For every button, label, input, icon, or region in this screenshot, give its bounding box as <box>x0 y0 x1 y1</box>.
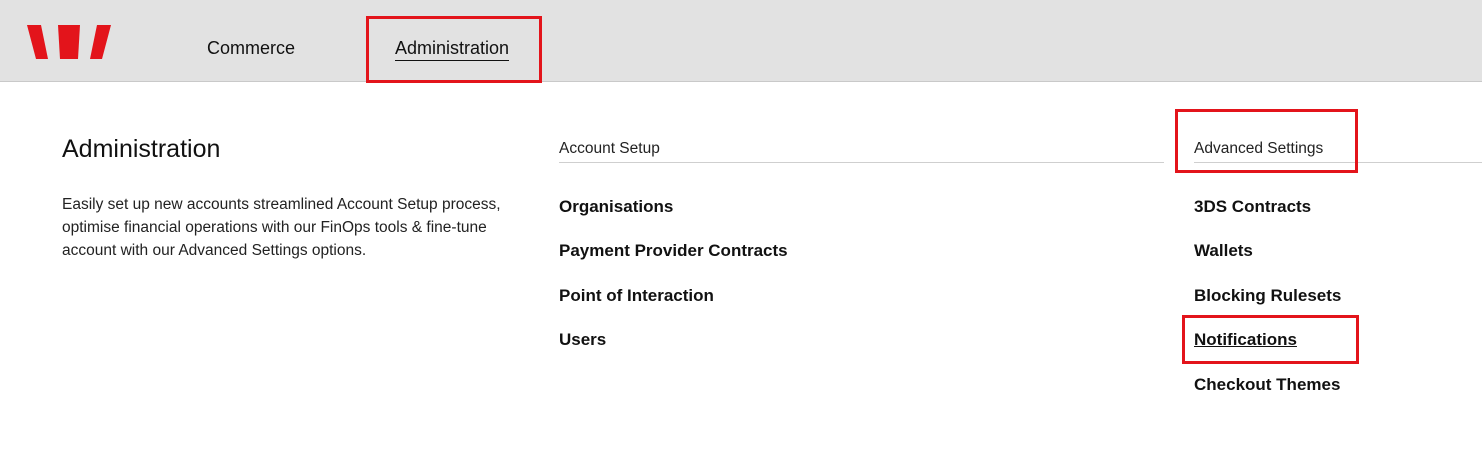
account-setup-heading: Account Setup <box>559 140 1164 163</box>
menu-link-blocking-rulesets[interactable]: Blocking Rulesets <box>1194 286 1341 306</box>
menu-link-users[interactable]: Users <box>559 330 606 350</box>
menu-link-payment-provider-contracts[interactable]: Payment Provider Contracts <box>559 241 788 261</box>
nav-commerce-label: Commerce <box>207 38 296 58</box>
page-title: Administration <box>62 135 221 163</box>
nav-administration-label: Administration <box>395 38 510 61</box>
menu-link-notifications[interactable]: Notifications <box>1194 330 1297 350</box>
nav-administration[interactable]: Administration <box>395 38 510 61</box>
page-description: Easily set up new accounts streamlined A… <box>62 196 501 259</box>
menu-link-checkout-themes[interactable]: Checkout Themes <box>1194 375 1340 395</box>
westpac-logo-icon[interactable] <box>27 25 111 59</box>
menu-link-wallets[interactable]: Wallets <box>1194 241 1253 261</box>
menu-link-organisations[interactable]: Organisations <box>559 197 673 217</box>
menu-link-point-of-interaction[interactable]: Point of Interaction <box>559 286 714 306</box>
nav-commerce[interactable]: Commerce <box>207 38 295 59</box>
menu-link-3ds-contracts[interactable]: 3DS Contracts <box>1194 197 1311 217</box>
top-nav-bar: Commerce Administration <box>0 0 1482 82</box>
advanced-settings-heading: Advanced Settings <box>1194 140 1482 163</box>
